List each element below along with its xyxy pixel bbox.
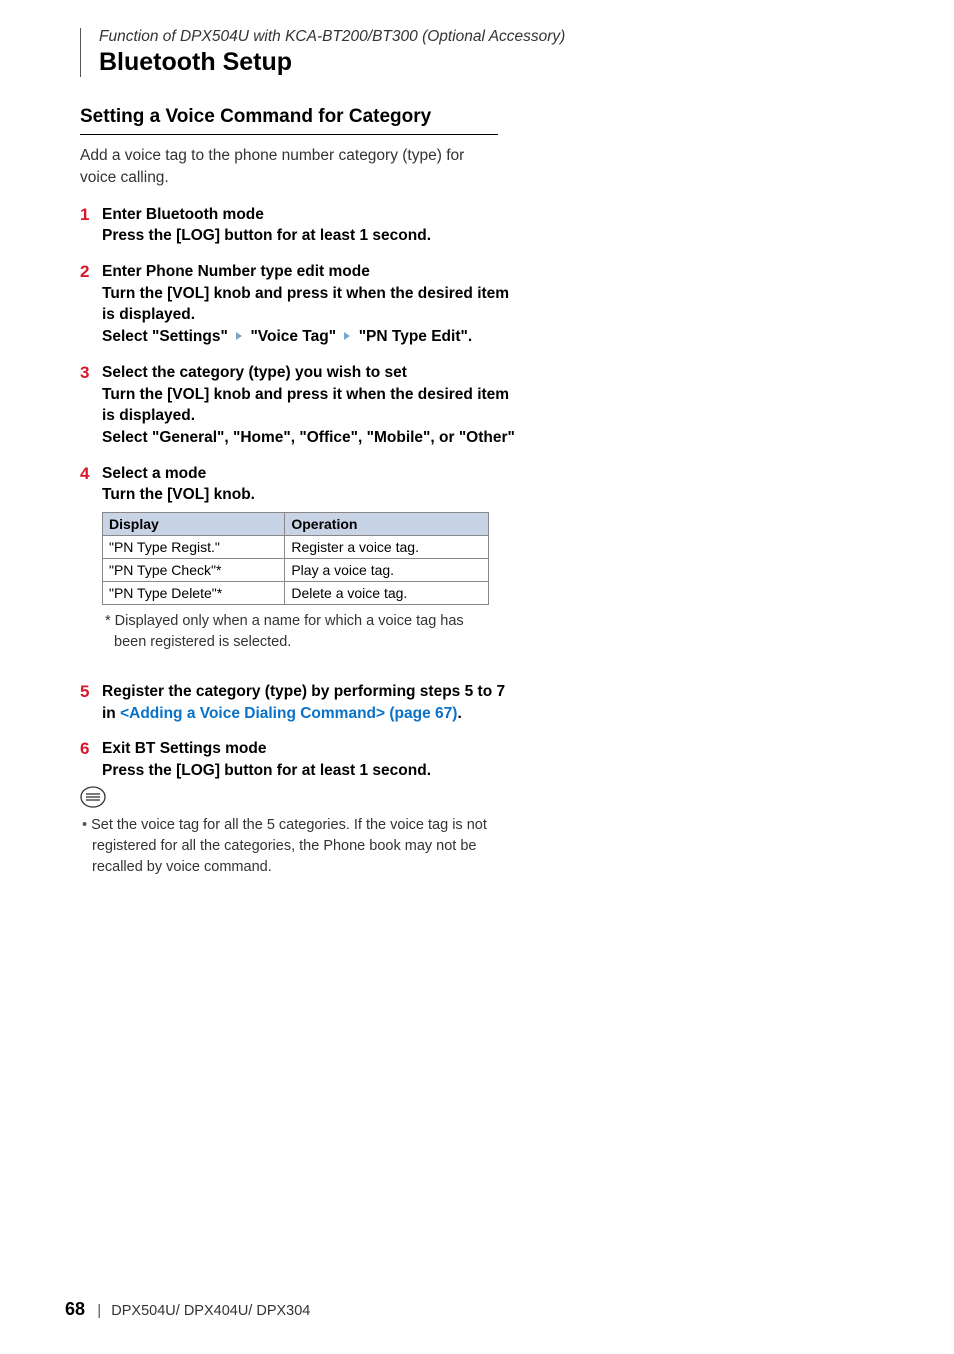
footer-models: DPX504U/ DPX404U/ DPX304 bbox=[111, 1303, 310, 1319]
table-row: "PN Type Regist." Register a voice tag. bbox=[103, 535, 489, 558]
table-cell: Register a voice tag. bbox=[285, 535, 488, 558]
mode-table: Display Operation "PN Type Regist." Regi… bbox=[102, 512, 489, 605]
step-number: 1 bbox=[80, 204, 102, 247]
section-intro: Add a voice tag to the phone number cate… bbox=[80, 145, 498, 190]
footer-separator: | bbox=[97, 1302, 101, 1319]
step-number: 5 bbox=[80, 681, 102, 724]
table-cell: "PN Type Check"* bbox=[103, 558, 285, 581]
step-instruction: Press the [LOG] button for at least 1 se… bbox=[102, 225, 522, 247]
table-row: "PN Type Delete"* Delete a voice tag. bbox=[103, 581, 489, 604]
step-heading: Register the category (type) by performi… bbox=[102, 681, 522, 724]
table-header-row: Display Operation bbox=[103, 512, 489, 535]
table-row: "PN Type Check"* Play a voice tag. bbox=[103, 558, 489, 581]
table-cell: "PN Type Regist." bbox=[103, 535, 285, 558]
step-instruction: Select "General", "Home", "Office", "Mob… bbox=[102, 427, 522, 449]
page-footer: 68 | DPX504U/ DPX404U/ DPX304 bbox=[65, 1299, 310, 1320]
page-header: Function of DPX504U with KCA-BT200/BT300… bbox=[80, 28, 884, 77]
step-number: 4 bbox=[80, 463, 102, 667]
step-6: 6 Exit BT Settings mode Press the [LOG] … bbox=[80, 738, 522, 781]
step-heading: Exit BT Settings mode bbox=[102, 738, 522, 760]
select-part-b: "Voice Tag" bbox=[250, 328, 336, 345]
context-line: Function of DPX504U with KCA-BT200/BT300… bbox=[99, 28, 884, 46]
step-4: 4 Select a mode Turn the [VOL] knob. Dis… bbox=[80, 463, 522, 667]
step-number: 2 bbox=[80, 261, 102, 348]
table-cell: Play a voice tag. bbox=[285, 558, 488, 581]
step-number: 3 bbox=[80, 362, 102, 449]
step-2: 2 Enter Phone Number type edit mode Turn… bbox=[80, 261, 522, 348]
section-title: Setting a Voice Command for Category bbox=[80, 105, 498, 135]
cross-reference-link[interactable]: <Adding a Voice Dialing Command> (page 6… bbox=[120, 705, 457, 722]
page-number: 68 bbox=[65, 1299, 85, 1319]
select-part-c: "PN Type Edit". bbox=[359, 328, 472, 345]
step-heading: Enter Phone Number type edit mode bbox=[102, 261, 522, 283]
select-part-a: Select "Settings" bbox=[102, 328, 228, 345]
step-number: 6 bbox=[80, 738, 102, 781]
chevron-right-icon bbox=[342, 326, 352, 348]
info-icon bbox=[80, 786, 884, 813]
table-cell: Delete a voice tag. bbox=[285, 581, 488, 604]
table-footnote: * Displayed only when a name for which a… bbox=[102, 611, 497, 653]
step-3: 3 Select the category (type) you wish to… bbox=[80, 362, 522, 449]
step-text-b: . bbox=[457, 705, 461, 722]
table-header-display: Display bbox=[103, 512, 285, 535]
note-bullet: Set the voice tag for all the 5 categori… bbox=[80, 815, 522, 878]
step-heading: Select a mode bbox=[102, 463, 522, 485]
main-title: Bluetooth Setup bbox=[99, 48, 884, 77]
chevron-right-icon bbox=[234, 326, 244, 348]
step-instruction: Turn the [VOL] knob. bbox=[102, 484, 522, 506]
step-instruction: Press the [LOG] button for at least 1 se… bbox=[102, 760, 522, 782]
step-5: 5 Register the category (type) by perfor… bbox=[80, 681, 522, 724]
step-instruction: Turn the [VOL] knob and press it when th… bbox=[102, 384, 522, 427]
step-heading: Enter Bluetooth mode bbox=[102, 204, 522, 226]
step-1: 1 Enter Bluetooth mode Press the [LOG] b… bbox=[80, 204, 522, 247]
table-header-operation: Operation bbox=[285, 512, 488, 535]
step-heading: Select the category (type) you wish to s… bbox=[102, 362, 522, 384]
table-cell: "PN Type Delete"* bbox=[103, 581, 285, 604]
step-select-path: Select "Settings" "Voice Tag" "PN Type E… bbox=[102, 326, 522, 348]
step-instruction: Turn the [VOL] knob and press it when th… bbox=[102, 283, 522, 326]
